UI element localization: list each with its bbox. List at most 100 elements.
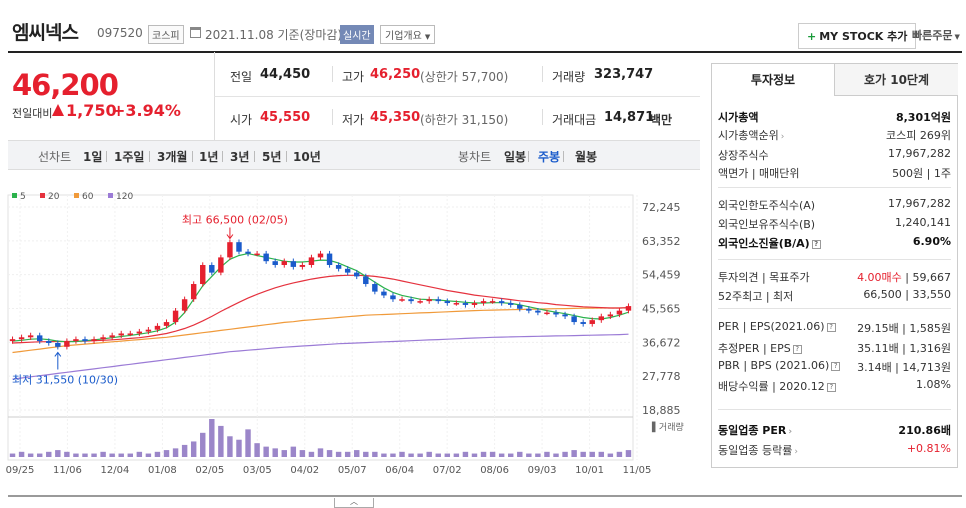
candle <box>335 264 342 269</box>
candle <box>598 316 605 321</box>
base-date: 2021.11.08 기준(장마감) <box>205 28 343 42</box>
period-1y[interactable]: 1년 <box>199 148 218 165</box>
info-row-value: 1.08% <box>916 378 951 391</box>
x-tick-label: 07/02 <box>433 465 462 476</box>
line-chart-label: 선차트 <box>38 150 72 164</box>
stock-code: 097520 <box>97 26 143 40</box>
candle <box>344 268 351 273</box>
info-row[interactable]: 시가총액순위 › 코스피 269위 <box>718 127 951 143</box>
volume-bar <box>227 436 233 457</box>
volume-bar <box>209 419 215 457</box>
x-tick-label: 02/05 <box>195 465 224 476</box>
y-tick-label: 18,885 <box>642 404 681 417</box>
period-10y[interactable]: 10년 <box>293 148 321 165</box>
low-label: 저가 <box>342 113 365 127</box>
x-tick-label: 05/07 <box>338 465 367 476</box>
candle-monthly[interactable]: 월봉 <box>575 148 597 165</box>
candle <box>181 299 188 311</box>
candle <box>607 314 614 317</box>
section-divider <box>718 409 951 410</box>
up-triangle-icon <box>52 104 64 116</box>
max-arrow-icon <box>226 227 234 240</box>
lower-limit: (하한가 31,150) <box>420 113 509 127</box>
candle-daily[interactable]: 일봉 <box>504 148 526 165</box>
x-tick-label: 11/05 <box>623 465 652 476</box>
mystock-add-button[interactable]: + MY STOCK 추가 <box>798 23 917 49</box>
candle <box>471 303 478 305</box>
volume-bar <box>27 453 34 457</box>
candle-weekly[interactable]: 주봉 <box>538 148 560 165</box>
section-divider <box>718 187 951 188</box>
volume-bar <box>435 453 441 457</box>
candle <box>272 261 278 265</box>
info-row-label: 투자의견 | 목표주가 <box>718 271 810 284</box>
info-row-value: 500원 | 1주 <box>892 167 951 180</box>
period-1d[interactable]: 1일 <box>83 148 102 165</box>
period-bar: 선차트 1일 1주일 3개월 1년 3년 5년 10년 봉차트 일봉 주봉 월봉 <box>8 140 700 170</box>
volume-bar <box>363 451 369 457</box>
volume-bar <box>562 451 568 457</box>
help-icon[interactable]: ? <box>826 322 836 332</box>
divider <box>542 109 543 125</box>
volume-label: 거래량 <box>552 70 586 84</box>
tab-orderbook[interactable]: 호가 10단계 <box>835 64 958 96</box>
candle <box>263 253 269 262</box>
divider <box>542 66 543 82</box>
info-row[interactable]: 동일업종 등락률 › +0.81% <box>718 442 951 458</box>
help-icon[interactable]: ? <box>811 239 821 249</box>
info-row-value: 6.90% <box>912 235 951 248</box>
prev-close-value: 44,450 <box>260 67 311 82</box>
info-row[interactable]: 동일업종 PER › 210.86배 <box>718 422 951 438</box>
volume-bar <box>444 453 451 457</box>
period-1w[interactable]: 1주일 <box>114 148 144 165</box>
volume-bar <box>272 448 278 457</box>
volume-bar <box>218 425 224 457</box>
plot-frame <box>7 194 634 461</box>
candle <box>480 301 487 304</box>
info-row: 배당수익률 | 2020.12? 1.08% <box>718 378 951 394</box>
candle <box>36 335 43 342</box>
volume-bar <box>154 451 161 457</box>
collapse-button[interactable]: ︿ <box>334 498 374 508</box>
amount-unit: 백만 <box>650 113 673 127</box>
volume-bar <box>136 451 143 457</box>
period-5y[interactable]: 5년 <box>262 148 281 165</box>
high-value: 46,250 <box>370 67 421 82</box>
candle <box>417 301 423 303</box>
volume-bar <box>625 450 632 457</box>
corp-info-dropdown[interactable]: 기업개요 ▼ <box>380 25 436 44</box>
candle <box>580 322 586 324</box>
min-arrow-icon <box>54 351 62 370</box>
candle <box>209 264 215 273</box>
candle <box>444 301 451 304</box>
info-row-label: 동일업종 PER › <box>718 424 793 437</box>
x-tick-label: 01/08 <box>148 465 177 476</box>
candle <box>435 299 441 302</box>
candle <box>408 299 414 302</box>
price-chart[interactable]: 72,245 63,352 54,459 45,565 36,672 27,778 18,8… <box>0 185 700 480</box>
period-3y[interactable]: 3년 <box>230 148 249 165</box>
volume-bar <box>127 453 133 457</box>
ma120-line <box>12 333 629 380</box>
x-tick-label: 03/05 <box>243 465 272 476</box>
tab-invest-info[interactable]: 투자정보 <box>712 64 835 96</box>
volume-bar <box>36 453 43 457</box>
legend-swatch <box>40 193 45 198</box>
volume-bar <box>55 450 61 457</box>
period-3m[interactable]: 3개월 <box>157 148 187 165</box>
realtime-badge[interactable]: 실시간 <box>340 25 374 44</box>
candle <box>73 339 79 342</box>
help-icon[interactable]: ? <box>826 382 836 392</box>
info-row-label: 배당수익률 | 2020.12? <box>718 378 836 394</box>
quick-order-link[interactable]: 빠른주문 ▼ <box>912 27 960 43</box>
section-divider <box>718 259 951 260</box>
candle <box>200 264 206 285</box>
help-icon[interactable]: ? <box>831 361 841 371</box>
info-row-value: 35.11배 | 1,316원 <box>857 342 951 355</box>
help-icon[interactable]: ? <box>792 344 802 354</box>
info-row: PBR | BPS (2021.06)? 3.14배 | 14,713원 <box>718 359 951 375</box>
section-divider <box>718 308 951 309</box>
candle <box>354 272 360 277</box>
volume-bar <box>163 450 170 457</box>
volume-bar <box>616 451 623 457</box>
